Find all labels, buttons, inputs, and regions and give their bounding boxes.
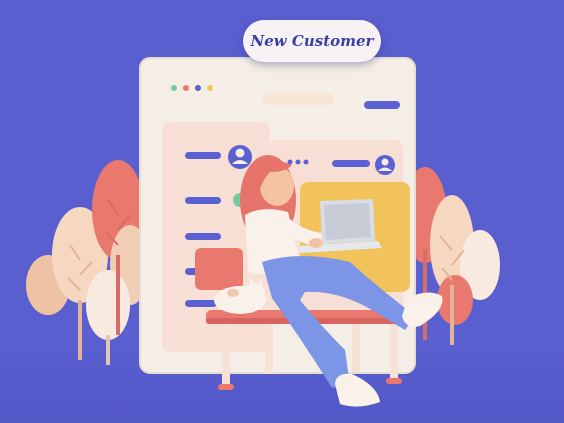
avatar-icon [375, 155, 395, 175]
avatar-icon [228, 145, 252, 169]
illustration-scene: New Customer [0, 0, 564, 423]
badge-label: New Customer [250, 32, 374, 50]
trees-left [26, 160, 150, 365]
scene-graphic [26, 57, 500, 407]
new-customer-badge: New Customer [243, 20, 381, 62]
